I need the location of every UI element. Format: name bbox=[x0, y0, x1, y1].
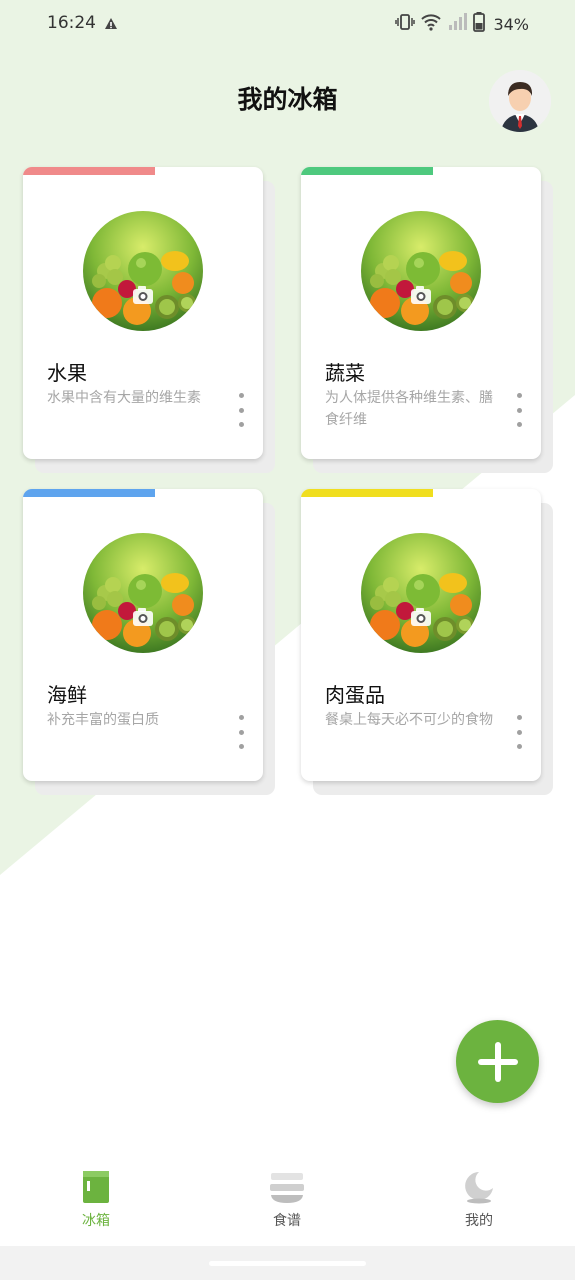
avatar[interactable] bbox=[489, 70, 551, 132]
card-title: 肉蛋品 bbox=[325, 683, 385, 707]
category-card-seafood[interactable]: 海鲜 补充丰富的蛋白质 bbox=[23, 489, 275, 795]
alert-icon bbox=[104, 15, 118, 34]
user-avatar-icon bbox=[489, 70, 551, 132]
status-bar: 16:24 34% bbox=[0, 0, 575, 48]
gesture-area bbox=[0, 1246, 575, 1280]
add-button[interactable] bbox=[456, 1020, 539, 1103]
gesture-bar[interactable] bbox=[209, 1261, 366, 1266]
card-accent-bar bbox=[301, 167, 433, 175]
card-description: 水果中含有大量的维生素 bbox=[47, 390, 201, 406]
more-vertical-icon[interactable] bbox=[509, 393, 529, 427]
category-card[interactable]: 海鲜 补充丰富的蛋白质 bbox=[23, 489, 263, 781]
category-card-meat-egg[interactable]: 肉蛋品 餐桌上每天必不可少的食物 bbox=[301, 489, 553, 795]
nav-label: 我的 bbox=[465, 1213, 493, 1229]
fruit-photo[interactable] bbox=[83, 211, 203, 331]
card-accent-bar bbox=[23, 489, 155, 497]
signal-icon bbox=[447, 13, 468, 35]
bottom-nav: 冰箱 食谱 我的 bbox=[0, 1160, 575, 1246]
card-title: 蔬菜 bbox=[325, 361, 365, 385]
battery-percent: 34% bbox=[493, 14, 529, 34]
status-icons: 34% bbox=[395, 12, 529, 36]
category-card-vegetable[interactable]: 蔬菜 为人体提供各种维生素、膳食纤维 bbox=[301, 167, 553, 473]
status-time: 16:24 bbox=[47, 13, 96, 33]
card-title: 海鲜 bbox=[47, 683, 87, 707]
wifi-icon bbox=[421, 13, 442, 35]
fruit-photo[interactable] bbox=[83, 533, 203, 653]
nav-label: 食谱 bbox=[273, 1213, 301, 1229]
nav-item-mine[interactable]: 我的 bbox=[429, 1170, 529, 1236]
category-card[interactable]: 水果 水果中含有大量的维生素 bbox=[23, 167, 263, 459]
nav-label: 冰箱 bbox=[82, 1213, 110, 1229]
category-card-fruit[interactable]: 水果 水果中含有大量的维生素 bbox=[23, 167, 275, 473]
category-card[interactable]: 蔬菜 为人体提供各种维生素、膳食纤维 bbox=[301, 167, 541, 459]
fridge-icon bbox=[83, 1171, 109, 1203]
fruit-photo[interactable] bbox=[361, 211, 481, 331]
plus-icon bbox=[477, 1041, 518, 1082]
more-vertical-icon[interactable] bbox=[231, 715, 251, 749]
card-accent-bar bbox=[301, 489, 433, 497]
vibrate-icon bbox=[395, 13, 416, 35]
card-description: 为人体提供各种维生素、膳食纤维 bbox=[325, 390, 493, 428]
category-card[interactable]: 肉蛋品 餐桌上每天必不可少的食物 bbox=[301, 489, 541, 781]
nav-item-recipes[interactable]: 食谱 bbox=[237, 1170, 337, 1236]
card-description: 餐桌上每天必不可少的食物 bbox=[325, 712, 493, 728]
moon-profile-icon bbox=[465, 1172, 493, 1204]
card-description: 补充丰富的蛋白质 bbox=[47, 712, 159, 728]
recipe-bowl-icon bbox=[270, 1173, 304, 1203]
card-title: 水果 bbox=[47, 361, 87, 385]
more-vertical-icon[interactable] bbox=[231, 393, 251, 427]
nav-item-fridge[interactable]: 冰箱 bbox=[46, 1170, 146, 1236]
card-accent-bar bbox=[23, 167, 155, 175]
more-vertical-icon[interactable] bbox=[509, 715, 529, 749]
fruit-photo[interactable] bbox=[361, 533, 481, 653]
battery-icon bbox=[473, 12, 486, 36]
